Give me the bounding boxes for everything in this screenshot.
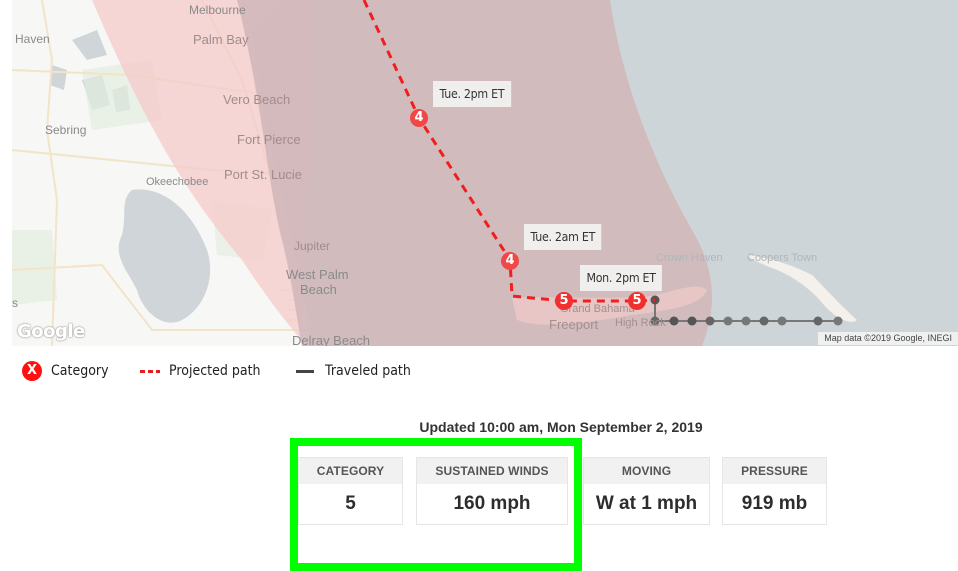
traveled-point: [759, 316, 769, 326]
stat-value: 919 mb: [741, 493, 808, 514]
map-attribution[interactable]: Map data ©2019 Google, INEGI: [818, 332, 958, 345]
place-label: Sebring: [45, 123, 87, 137]
category-x-icon: X: [22, 361, 42, 381]
stat-card-moving: MOVING W at 1 mph: [583, 457, 710, 525]
stat-label: SUSTAINED WINDS: [417, 458, 567, 484]
place-label: Haven: [15, 32, 50, 46]
place-label: Jupiter: [294, 239, 331, 253]
legend-item-traveled: Traveled path: [295, 363, 420, 379]
traveled-point: [813, 316, 823, 326]
category-marker[interactable]: 5: [628, 292, 646, 310]
traveled-point: [705, 316, 715, 326]
stat-label: CATEGORY: [299, 458, 402, 484]
map-legend: X Category Projected path Traveled path: [22, 360, 445, 382]
place-label: Freeport: [549, 317, 599, 332]
legend-item-category: X Category: [22, 361, 115, 381]
google-logo[interactable]: Google: [17, 321, 85, 342]
place-label: Okeechobee: [146, 176, 209, 188]
stat-value: 5: [345, 493, 356, 514]
place-label: Port St. Lucie: [224, 167, 303, 182]
traveled-point: [669, 316, 679, 326]
place-label: Fort Pierce: [237, 132, 301, 147]
traveled-point: [741, 316, 751, 326]
place-label: Coopers Town: [747, 252, 818, 264]
place-label: Delray Beach: [292, 333, 371, 346]
place-label: Melbourne: [189, 3, 246, 17]
place-label: West Palm: [286, 267, 349, 282]
legend-label: Projected path: [168, 363, 261, 379]
solid-line-icon: [295, 369, 314, 373]
stat-value: W at 1 mph: [595, 493, 698, 514]
category-marker[interactable]: 4: [501, 252, 519, 270]
stat-card-category: CATEGORY 5: [298, 457, 403, 525]
stat-label: MOVING: [584, 458, 709, 484]
stat-value: 160 mph: [453, 493, 531, 514]
place-label: s: [12, 296, 18, 310]
time-label-mon-2pm: Mon. 2pm ET: [580, 265, 663, 291]
stat-card-pressure: PRESSURE 919 mb: [722, 457, 827, 525]
updated-timestamp: Updated 10:00 am, Mon September 2, 2019: [419, 419, 703, 435]
map-canvas: [12, 0, 958, 346]
traveled-point: [777, 316, 787, 326]
place-label: Palm Bay: [193, 32, 249, 47]
place-label: High Rock: [615, 317, 666, 329]
category-marker[interactable]: 5: [555, 292, 573, 310]
stat-card-sustained-winds: SUSTAINED WINDS 160 mph: [416, 457, 568, 525]
legend-label: Traveled path: [324, 363, 411, 379]
time-label-tue-2pm: Tue. 2pm ET: [433, 81, 511, 107]
category-marker[interactable]: 4: [410, 109, 428, 127]
legend-item-projected: Projected path: [139, 363, 271, 379]
place-label: Crown Haven: [656, 252, 723, 264]
lake-okeechobee: [118, 189, 211, 323]
traveled-point: [723, 316, 733, 326]
place-label: Beach: [300, 282, 337, 297]
time-label-tue-2am: Tue. 2am ET: [524, 224, 602, 250]
stat-label: PRESSURE: [723, 458, 826, 484]
legend-label: Category: [51, 363, 109, 379]
place-label: Vero Beach: [223, 92, 291, 107]
dashed-line-icon: [139, 369, 160, 373]
traveled-point: [687, 316, 697, 326]
hurricane-map[interactable]: Melbourne Haven Palm Bay Vero Beach Sebr…: [12, 0, 958, 346]
traveled-point: [833, 316, 843, 326]
